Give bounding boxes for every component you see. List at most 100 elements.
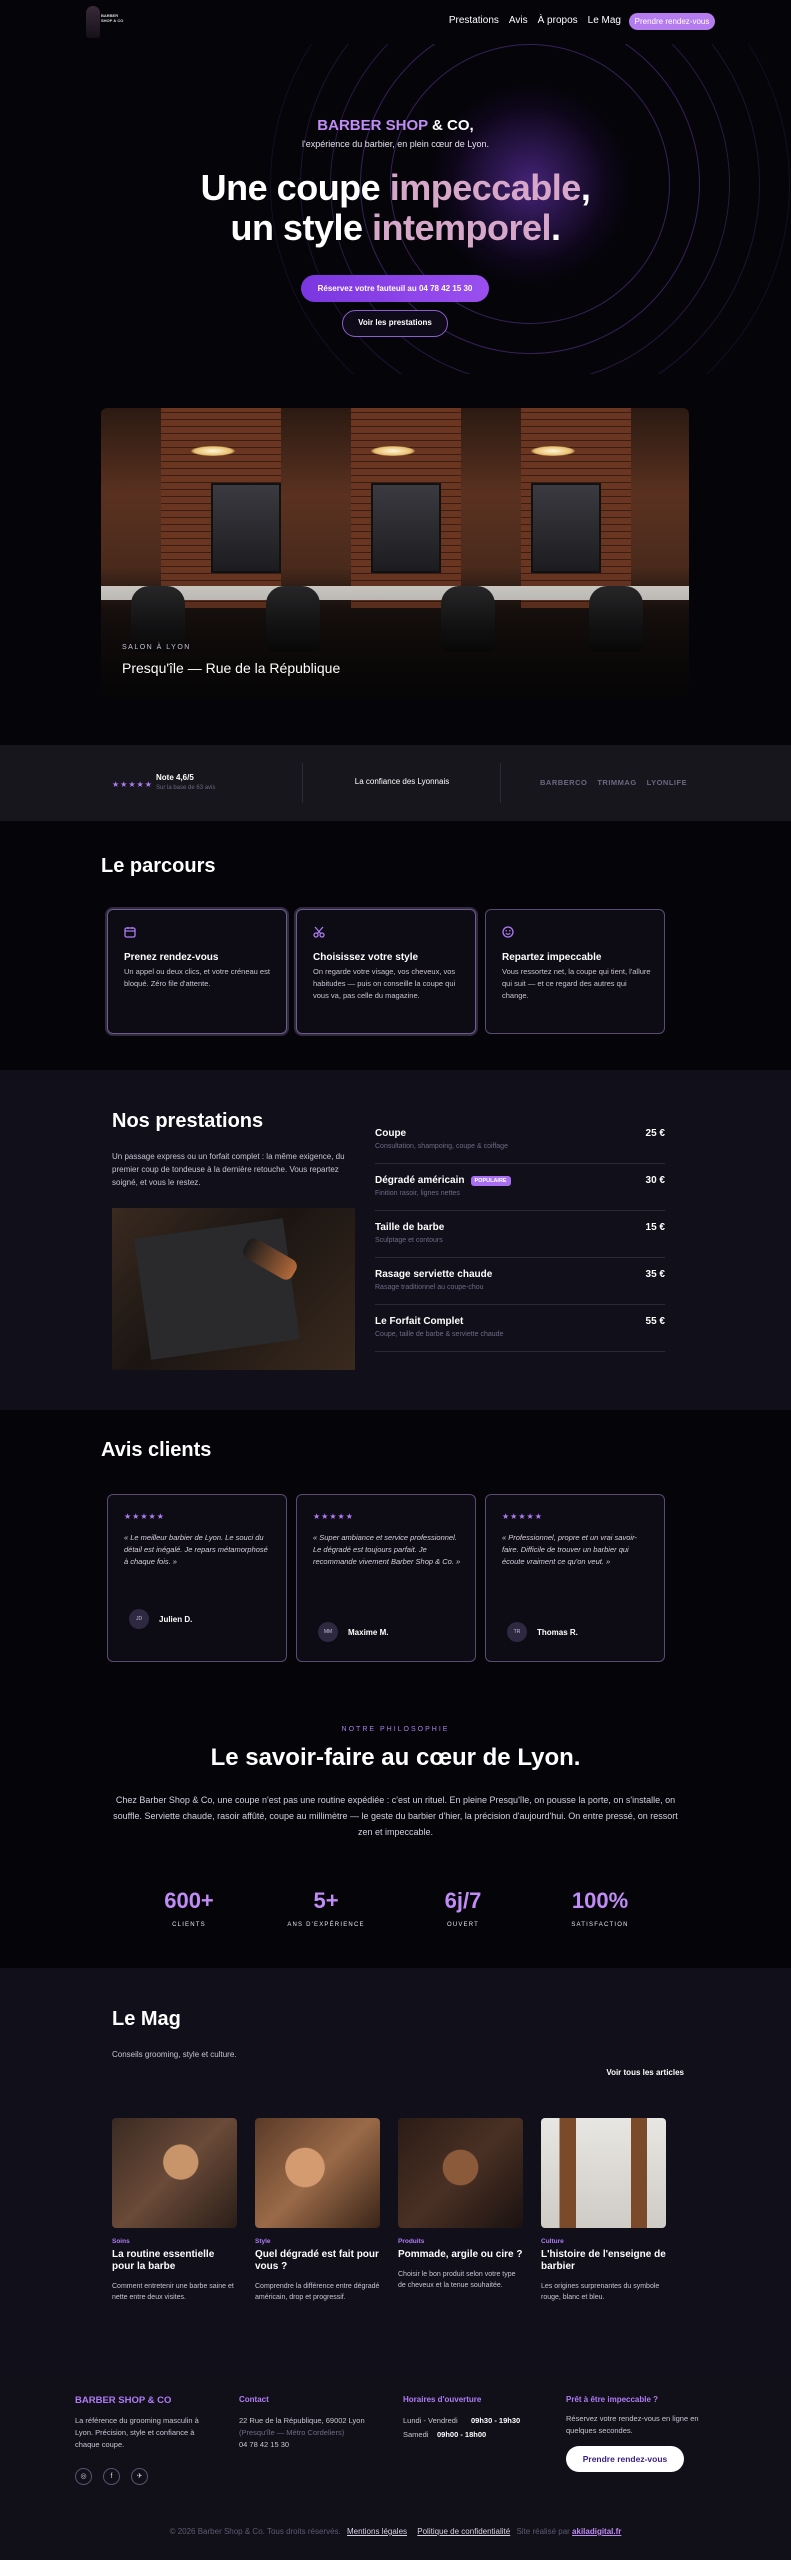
scissors-icon (313, 926, 325, 941)
article-excerpt: Choisir le bon produit selon votre type … (398, 2271, 516, 2289)
nav-link-a-propos[interactable]: À propos (538, 15, 578, 26)
article-title: La routine essentielle pour la barbe (112, 2249, 215, 2272)
article-card[interactable]: Soins La routine essentielle pour la bar… (112, 2118, 237, 2303)
nav-link-le-mag[interactable]: Le Mag (588, 15, 621, 26)
parcours-title: Le parcours (101, 855, 216, 877)
barber-tools-photo (112, 1208, 355, 1370)
headline-punct: . (551, 207, 561, 248)
stat-label: CLIENTS (172, 1922, 206, 1928)
review-card: ★★★★★ « Professionnel, propre et un vrai… (485, 1494, 665, 1662)
nav-link-prestations[interactable]: Prestations (449, 15, 499, 26)
hero-services-button[interactable]: Voir les prestations (342, 310, 448, 337)
step-title: Repartez impeccable (502, 952, 602, 963)
article-category: Style (255, 2238, 271, 2245)
main-nav: Prestations Avis À propos Le Mag (449, 15, 621, 26)
article-category: Soins (112, 2238, 130, 2245)
service-name: Taille de barbe (375, 1222, 445, 1233)
stat-label: SATISFACTION (571, 1922, 629, 1928)
facebook-icon[interactable]: f (103, 2468, 120, 2485)
tool-mat (134, 1218, 300, 1360)
article-image (112, 2118, 237, 2228)
article-image (541, 2118, 666, 2228)
service-desc: Coupe, taille de barbe & serviette chaud… (375, 1331, 504, 1338)
article-category: Culture (541, 2238, 564, 2245)
instagram-icon[interactable]: ◎ (75, 2468, 92, 2485)
service-row[interactable]: Le Forfait Complet Coupe, taille de barb… (375, 1308, 665, 1352)
mag-title: Le Mag (112, 2008, 181, 2030)
partner-logos: BARBERCO TRIMMAG LYONLIFE (540, 778, 687, 787)
stat-label: ANS D'EXPÉRIENCE (287, 1922, 365, 1928)
rating-stars: ★★★★★ (112, 780, 153, 789)
legal-notice-link[interactable]: Mentions légales (347, 2527, 407, 2536)
stat-value: 600+ (164, 1888, 214, 1913)
service-price: 25 € (645, 1128, 665, 1139)
service-row[interactable]: Dégradé américain POPULAIRE Finition raso… (375, 1167, 665, 1211)
stat: 600+ CLIENTS (129, 1888, 249, 1928)
service-name: Rasage serviette chaude (375, 1269, 493, 1280)
stat: 6j/7 OUVERT (403, 1888, 523, 1928)
hero-brand-name: BARBER SHOP (317, 117, 428, 134)
service-name: Coupe (375, 1128, 407, 1139)
review-card: ★★★★★ « Le meilleur barbier de Lyon. Le … (107, 1494, 287, 1662)
trust-bar: ★★★★★ Note 4,6/5 Sur la base de 63 avis … (0, 745, 791, 821)
divider (500, 763, 501, 803)
article-image (398, 2118, 523, 2228)
credit-link[interactable]: akiladigital.fr (572, 2527, 621, 2536)
rating-count: Sur la base de 63 avis (156, 785, 216, 791)
hero-section: BARBER SHOP & CO, l'expérience du barbie… (0, 44, 791, 374)
service-row[interactable]: Taille de barbe Sculptage et contours 15… (375, 1214, 665, 1258)
hours-days: Lundi - Vendredi (403, 2416, 458, 2425)
rating-value: Note 4,6/5 (156, 773, 194, 782)
service-name: Dégradé américain POPULAIRE (375, 1175, 511, 1186)
salon-location: Presqu'île — Rue de la République (122, 660, 341, 676)
service-price: 35 € (645, 1269, 665, 1280)
logo[interactable]: BARBER SHOP & CO (86, 6, 123, 38)
photo-shade (101, 408, 689, 698)
privacy-link[interactable]: Politique de confidentialité (417, 2527, 510, 2536)
partner-logo: LYONLIFE (646, 778, 688, 787)
all-articles-link[interactable]: Voir tous les articles (606, 2068, 684, 2077)
article-card[interactable]: Produits Pommade, argile ou cire ? Chois… (398, 2118, 523, 2291)
article-image (255, 2118, 380, 2228)
stat-value: 100% (571, 1888, 629, 1913)
contact-address: 22 Rue de la République, 69002 Lyon (239, 2416, 365, 2425)
prestations-desc: Un passage express ou un forfait complet… (112, 1152, 345, 1187)
service-row[interactable]: Coupe Consultation, shampoing, coupe & c… (375, 1120, 665, 1164)
service-name: Le Forfait Complet (375, 1316, 464, 1327)
step-title: Prenez rendez-vous (124, 952, 219, 963)
service-name-text: Dégradé américain (375, 1175, 465, 1186)
article-card[interactable]: Culture L'histoire de l'enseigne de barb… (541, 2118, 666, 2303)
footer-booking-button[interactable]: Prendre rendez-vous (566, 2446, 684, 2472)
nav-link-avis[interactable]: Avis (509, 15, 528, 26)
hero-brand-suffix: & CO, (432, 117, 474, 134)
stat: 100% SATISFACTION (540, 1888, 660, 1928)
article-title: L'histoire de l'enseigne de barbier (541, 2249, 666, 2272)
service-row[interactable]: Rasage serviette chaude Rasage tradition… (375, 1261, 665, 1305)
headline-text: Une coupe (200, 167, 390, 208)
salon-photo: SALON À LYON Presqu'île — Rue de la Répu… (101, 408, 689, 698)
service-desc: Consultation, shampoing, coupe & coiffag… (375, 1143, 508, 1150)
philosophy-text: Chez Barber Shop & Co, une coupe n'est p… (113, 1795, 678, 1837)
hero-call-button[interactable]: Réservez votre fauteuil au 04 78 42 15 3… (301, 275, 489, 302)
partner-logo: BARBERCO (540, 778, 588, 787)
stat-label: OUVERT (446, 1922, 480, 1928)
popular-badge: POPULAIRE (470, 1176, 511, 1186)
barber-portrait-icon (86, 6, 100, 38)
partner-logo: TRIMMAG (597, 778, 637, 787)
mag-subtitle: Conseils grooming, style et culture. (112, 2050, 237, 2059)
twitter-icon[interactable]: ✈ (131, 2468, 148, 2485)
hours-title: Horaires d'ouverture (403, 2395, 482, 2404)
article-card[interactable]: Style Quel dégradé est fait pour vous ? … (255, 2118, 380, 2303)
smile-icon (502, 926, 514, 941)
header-booking-button[interactable]: Prendre rendez-vous (629, 13, 715, 30)
step-title: Choisissez votre style (313, 952, 419, 963)
footer-brand: BARBER SHOP & CO (75, 2395, 172, 2406)
copyright: © 2026 Barber Shop & Co. Tous droits rés… (169, 2527, 341, 2536)
footer-brand-desc: La référence du grooming masculin à Lyon… (75, 2416, 199, 2449)
hours-time: 09h00 - 18h00 (437, 2430, 487, 2439)
trust-statement: La confiance des Lyonnais (354, 777, 450, 786)
reviewer-name: Maxime M. (348, 1628, 389, 1637)
contact-phone[interactable]: 04 78 42 15 30 (239, 2439, 289, 2451)
avatar: JD (129, 1609, 149, 1629)
article-excerpt: Comment entretenir une barbe saine et ne… (112, 2283, 234, 2301)
